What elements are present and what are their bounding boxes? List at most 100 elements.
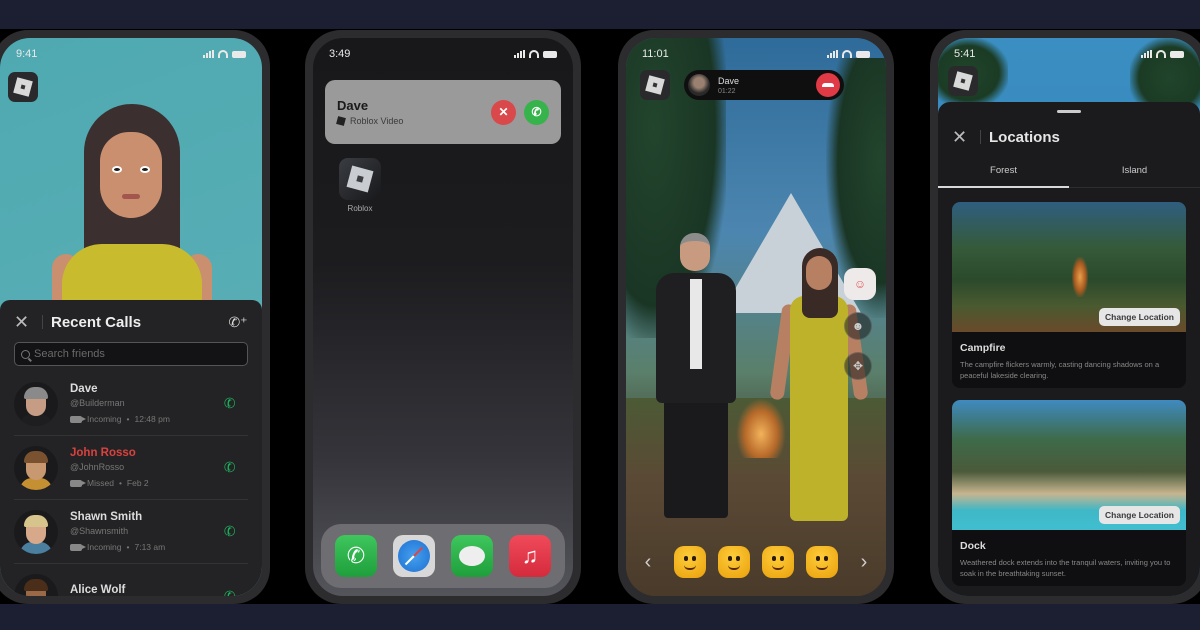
close-icon[interactable]: ✕ <box>952 128 972 146</box>
status-bar: 3:49 <box>329 48 557 60</box>
signal-icon <box>827 50 838 58</box>
status-bar: 5:41 <box>954 48 1184 60</box>
call-back-phone-icon[interactable]: ✆ <box>222 394 238 413</box>
video-icon <box>70 479 86 487</box>
sheet-title: Recent Calls <box>51 313 142 331</box>
caller-name: Dave <box>337 98 369 113</box>
avatar <box>14 445 58 490</box>
phone-locations: 5:41 ✕ Locations Forest Island Change Lo… <box>930 30 1200 604</box>
call-back-phone-icon[interactable]: ✆ <box>222 522 238 541</box>
call-duration: 01:22 <box>718 87 736 95</box>
signal-icon <box>514 50 525 58</box>
status-bar: 9:41 <box>16 48 246 60</box>
location-name: Campfire <box>960 342 1006 354</box>
emote-wave[interactable] <box>674 546 706 578</box>
app-label: Roblox <box>347 204 373 213</box>
call-list: Dave @Builderman Incoming • 12:48 pm ✆ Joh… <box>14 372 248 596</box>
location-list: Change Location Campfire The campfire fl… <box>952 202 1186 586</box>
call-back-phone-icon[interactable]: ✆ <box>222 458 238 477</box>
emote-icon[interactable]: ☺ <box>844 268 876 300</box>
recent-calls-sheet: ✕ Recent Calls ✆⁺ Dave @ <box>0 300 262 596</box>
decline-call-button[interactable]: ✕ <box>491 99 516 125</box>
search-icon <box>21 349 30 359</box>
roblox-logo-icon <box>645 75 665 95</box>
location-image: Change Location <box>952 400 1186 530</box>
phone-screen: 3:49 Dave Roblox Video ✕ ✆ Roblox ✆ ♫ <box>313 38 573 596</box>
move-icon[interactable]: ✥ <box>844 352 872 380</box>
tab-forest[interactable]: Forest <box>938 158 1069 188</box>
top-backdrop-band <box>0 0 1200 29</box>
search-input[interactable] <box>34 348 241 360</box>
battery-icon <box>232 50 246 58</box>
avatar <box>688 74 710 96</box>
tab-island[interactable]: Island <box>1069 158 1200 187</box>
messages-app-icon[interactable] <box>451 535 493 577</box>
phone-incoming-call: 3:49 Dave Roblox Video ✕ ✆ Roblox ✆ ♫ <box>305 30 581 604</box>
phone-plus-icon[interactable]: ✆⁺ <box>228 312 248 332</box>
call-row[interactable]: Alice Wolf @Alicewolf ✆ <box>14 564 248 596</box>
location-name: Dock <box>960 540 986 552</box>
end-call-button[interactable] <box>816 73 840 97</box>
call-time: 7:13 am <box>134 542 166 552</box>
avatar <box>14 574 58 596</box>
location-description: Weathered dock extends into the tranquil… <box>960 558 1171 578</box>
battery-icon <box>856 50 870 58</box>
phone-active-call: 11:01 Dave 01:22 ☺ ☻ ✥ ‹ › <box>618 30 894 604</box>
call-source: Roblox Video <box>350 116 404 126</box>
roblox-menu-button[interactable] <box>8 72 38 102</box>
safari-app-icon[interactable] <box>393 535 435 577</box>
call-row[interactable]: John Rosso @JohnRosso Missed • Feb 2 ✆ <box>14 436 248 500</box>
roblox-menu-button[interactable] <box>640 70 670 100</box>
avatar-preview <box>52 104 212 324</box>
divider <box>42 315 43 329</box>
change-location-button[interactable]: Change Location <box>1099 308 1180 326</box>
avatar-icon[interactable]: ☻ <box>844 312 872 340</box>
incoming-call-notification[interactable]: Dave Roblox Video ✕ ✆ <box>325 80 561 144</box>
caller-name: Dave <box>70 383 98 395</box>
roblox-menu-button[interactable] <box>948 66 978 96</box>
call-row[interactable]: Dave @Builderman Incoming • 12:48 pm ✆ <box>14 372 248 436</box>
sheet-grabber[interactable] <box>1057 110 1081 113</box>
video-icon <box>70 543 86 551</box>
avatar <box>14 381 58 426</box>
close-icon[interactable]: ✕ <box>14 313 34 331</box>
phone-screen: 5:41 ✕ Locations Forest Island Change Lo… <box>938 38 1200 596</box>
caller-name: Shawn Smith <box>70 511 143 523</box>
bottom-backdrop-band <box>0 604 1200 630</box>
roblox-app-icon[interactable] <box>339 158 381 200</box>
chevron-left-icon[interactable]: ‹ <box>640 551 656 574</box>
search-field[interactable] <box>14 342 248 366</box>
location-image: Change Location <box>952 202 1186 332</box>
emote-smile[interactable] <box>806 546 838 578</box>
phone-app-icon[interactable]: ✆ <box>335 535 377 577</box>
dock: ✆ ♫ <box>321 524 565 588</box>
change-location-button[interactable]: Change Location <box>1099 506 1180 524</box>
roblox-logo-icon <box>346 165 374 193</box>
call-row[interactable]: Shawn Smith @Shawnsmith Incoming • 7:13 am… <box>14 500 248 564</box>
music-app-icon[interactable]: ♫ <box>509 535 551 577</box>
call-back-phone-icon[interactable]: ✆ <box>222 586 238 596</box>
accept-call-button[interactable]: ✆ <box>524 99 549 125</box>
call-type: Incoming <box>87 542 122 552</box>
location-card: Change Location Dock Weathered dock exte… <box>952 400 1186 586</box>
active-call-pill[interactable]: Dave 01:22 <box>684 70 844 100</box>
call-type: Incoming <box>87 414 122 424</box>
phone-recent-calls: 9:41 ✕ Recent Calls ✆⁺ Search friends Da… <box>0 30 270 604</box>
call-type: Missed <box>87 478 114 488</box>
wifi-icon <box>529 50 539 58</box>
emote-laugh[interactable] <box>762 546 794 578</box>
caller-name: Alice Wolf <box>70 583 126 596</box>
caller-handle: @Builderman <box>70 398 125 408</box>
compass-icon <box>398 540 430 572</box>
caller-name: Dave <box>718 75 740 86</box>
roblox-logo-icon <box>336 116 346 126</box>
status-time: 9:41 <box>16 48 38 60</box>
signal-icon <box>203 50 214 58</box>
roblox-logo-icon <box>13 77 33 97</box>
divider <box>980 130 981 144</box>
emote-cheer[interactable] <box>718 546 750 578</box>
phone-screen: 9:41 ✕ Recent Calls ✆⁺ Search friends Da… <box>0 38 262 596</box>
chevron-right-icon[interactable]: › <box>856 551 872 574</box>
battery-icon <box>1170 50 1184 58</box>
chat-bubble-icon <box>459 546 485 566</box>
